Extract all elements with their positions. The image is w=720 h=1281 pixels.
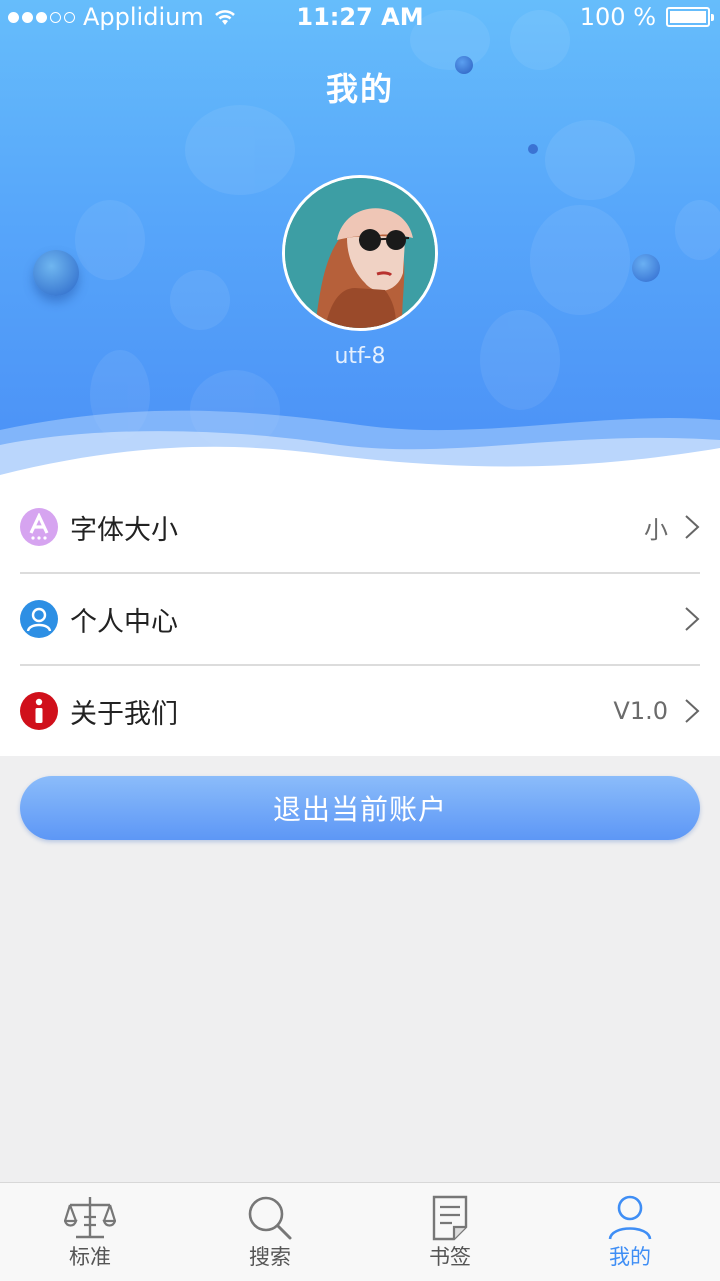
person-icon xyxy=(608,1195,652,1240)
font-size-label: 字体大小 xyxy=(70,514,178,546)
tab-label: 我的 xyxy=(609,1245,651,1269)
font-size-row[interactable]: 字体大小 小 xyxy=(20,482,700,572)
search-icon xyxy=(248,1196,292,1240)
battery-percent: 100 % xyxy=(579,3,656,31)
decorative-bubble xyxy=(528,144,538,154)
user-icon xyxy=(20,600,58,638)
chevron-right-icon xyxy=(685,699,700,723)
font-size-value: 小 xyxy=(644,515,668,544)
decorative-bubble xyxy=(632,254,660,282)
personal-center-row[interactable]: 个人中心 xyxy=(20,574,700,664)
page-title: 我的 xyxy=(325,70,394,108)
version-value: V1.0 xyxy=(613,697,668,725)
tab-label: 搜索 xyxy=(249,1245,291,1269)
bookmark-icon xyxy=(432,1195,468,1241)
username: utf-8 xyxy=(334,344,386,369)
battery-icon xyxy=(666,7,714,27)
tab-bookmarks[interactable]: 书签 xyxy=(360,1183,540,1281)
tab-label: 书签 xyxy=(429,1245,471,1269)
profile-header: Applidium 11:27 AM 100 % 我的 utf-8 xyxy=(0,0,720,485)
chevron-right-icon xyxy=(685,607,700,631)
font-size-icon xyxy=(20,508,58,546)
tab-mine[interactable]: 我的 xyxy=(540,1183,720,1281)
status-bar: Applidium 11:27 AM 100 % xyxy=(0,0,720,34)
tab-search[interactable]: 搜索 xyxy=(180,1183,360,1281)
scale-icon xyxy=(64,1197,116,1239)
logout-button[interactable]: 退出当前账户 xyxy=(20,776,700,840)
tab-standards[interactable]: 标准 xyxy=(0,1183,180,1281)
tab-bar: 标准 搜索 书签 我的 xyxy=(0,1182,720,1281)
chevron-right-icon xyxy=(685,515,700,539)
avatar-photo xyxy=(285,178,435,328)
avatar[interactable] xyxy=(282,175,438,331)
personal-center-label: 个人中心 xyxy=(70,606,178,638)
decorative-bubble xyxy=(33,250,79,296)
info-icon xyxy=(20,692,58,730)
about-us-row[interactable]: 关于我们 V1.0 xyxy=(20,666,700,756)
header-wave xyxy=(0,410,720,485)
settings-list: 字体大小 小 个人中心 关于我们 V1.0 xyxy=(0,480,720,756)
about-us-label: 关于我们 xyxy=(70,698,178,730)
tab-label: 标准 xyxy=(69,1245,111,1269)
